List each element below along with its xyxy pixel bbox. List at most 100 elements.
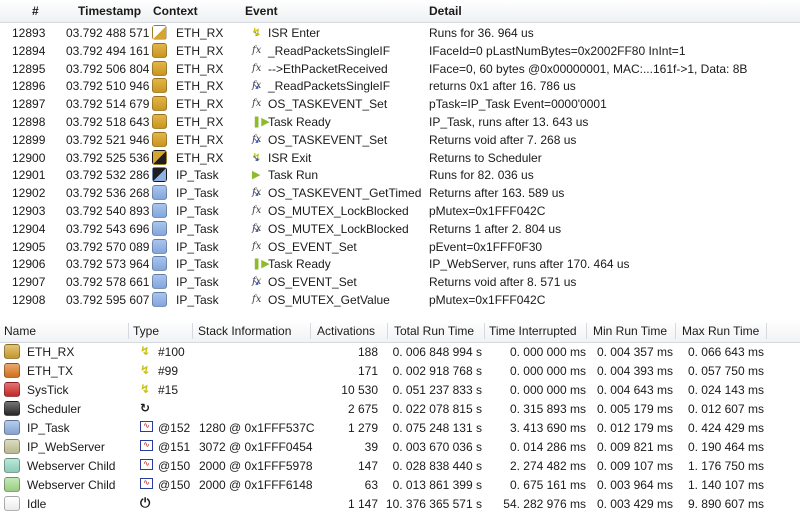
context-max-run-time: 0. 024 143 ms <box>687 383 764 397</box>
event-name: _ReadPacketsSingleIF <box>268 79 391 94</box>
context-color-swatch <box>4 458 20 473</box>
col-header-interrupted[interactable]: Time Interrupted <box>489 324 577 338</box>
event-row[interactable]: 12901 03.792 532 286 IP_Task ▶ Task Run Runs … <box>0 166 800 184</box>
context-min-run-time: 0. 004 643 ms <box>596 383 673 397</box>
event-context: ETH_RX <box>176 26 224 40</box>
event-name: ISR Exit <box>268 150 312 165</box>
iptask-context-icon <box>152 203 167 218</box>
context-stack: 2000 @ 0x1FFF5978 <box>199 459 313 473</box>
context-priority: #15 <box>158 383 179 397</box>
context-activations: 39 <box>364 440 378 454</box>
event-num: 12899 <box>12 132 46 147</box>
event-row[interactable]: 12898 03.792 518 643 ETH_RX ❚▶ Task Ready IP_… <box>0 113 800 131</box>
event-row[interactable]: 12897 03.792 514 679 ETH_RX fx OS_TASKEVENT_… <box>0 95 800 113</box>
function-call-icon: fx <box>252 240 262 252</box>
context-row[interactable]: Idle ⏻ 1 147 10. 376 365 571 s 54. 282 976 m… <box>0 494 800 513</box>
event-context: ETH_RX <box>176 43 224 58</box>
context-time-interrupted: 0. 315 893 ms <box>509 402 586 416</box>
context-table-header: Name Type Stack Information Activations … <box>0 320 800 343</box>
col-header-num[interactable]: # <box>32 4 39 18</box>
event-detail: IFace=0, 60 bytes @0x00000001, MAC:...16… <box>429 61 748 76</box>
col-header-timestamp[interactable]: Timestamp <box>78 4 141 18</box>
context-max-run-time: 0. 066 643 ms <box>687 345 764 359</box>
iptask-context-icon <box>152 292 167 307</box>
context-priority: @151 <box>158 440 191 454</box>
context-min-run-time: 0. 003 964 ms <box>596 478 673 492</box>
context-row[interactable]: Webserver Child ∿ @150 2000 @ 0x1FFF5978 147… <box>0 456 800 475</box>
event-row[interactable]: 12895 03.792 506 804 ETH_RX fx -->EthPacketR… <box>0 60 800 78</box>
event-timestamp: 03.792 510 946 <box>66 79 150 94</box>
event-detail: Returns void after 7. 268 us <box>429 132 577 147</box>
context-max-run-time: 0. 057 750 ms <box>687 364 764 378</box>
event-row[interactable]: 12906 03.792 573 964 IP_Task ❚▶ Task Ready IP… <box>0 255 800 273</box>
context-time-interrupted: 0. 675 161 ms <box>509 478 586 492</box>
event-num: 12894 <box>12 43 46 58</box>
event-num: 12896 <box>12 79 46 94</box>
event-name: OS_MUTEX_GetValue <box>268 293 390 307</box>
context-time-interrupted: 3. 413 690 ms <box>509 421 586 435</box>
event-detail: Returns void after 8. 571 us <box>429 275 577 290</box>
context-max-run-time: 0. 012 607 ms <box>687 402 764 416</box>
context-total-run-time: 0. 002 918 768 s <box>392 364 482 378</box>
context-time-interrupted: 2. 274 482 ms <box>509 459 586 473</box>
col-header-total[interactable]: Total Run Time <box>394 324 474 338</box>
event-num: 12895 <box>12 61 46 76</box>
context-row[interactable]: Scheduler ↻ 2 675 0. 022 078 815 s 0. 315 89… <box>0 399 800 418</box>
context-priority: #100 <box>158 345 185 359</box>
context-stack: 3072 @ 0x1FFF0454 <box>199 440 313 454</box>
context-name: SysTick <box>27 383 69 397</box>
context-row[interactable]: Webserver Child ∿ @150 2000 @ 0x1FFF6148 63 0… <box>0 475 800 494</box>
event-row[interactable]: 12903 03.792 540 893 IP_Task fx OS_MUTEX_Loc… <box>0 202 800 220</box>
event-timestamp: 03.792 595 607 <box>66 293 150 307</box>
interrupt-icon: ↯ <box>140 363 151 377</box>
context-row[interactable]: ETH_TX ↯ #99 171 0. 002 918 768 s 0. 000 000 … <box>0 361 800 380</box>
context-activations: 2 675 <box>347 402 378 416</box>
col-header-type[interactable]: Type <box>133 324 159 338</box>
event-row[interactable]: 12899 03.792 521 946 ETH_RX fx ↘ OS_TASKEVENT… <box>0 131 800 149</box>
task-run-icon: ▶ <box>252 169 261 182</box>
event-num: 12893 <box>12 26 46 40</box>
event-row[interactable]: 12893 03.792 488 571 ETH_RX ↘ ↯ ISR Enter Runs… <box>0 24 800 42</box>
context-row[interactable]: ETH_RX ↯ #100 188 0. 006 848 994 s 0. 000 000… <box>0 342 800 361</box>
col-header-detail[interactable]: Detail <box>429 4 462 18</box>
event-context: ETH_RX <box>176 97 224 112</box>
task-ready-icon: ❚▶ <box>252 258 270 271</box>
col-header-event[interactable]: Event <box>245 4 278 18</box>
col-header-activations[interactable]: Activations <box>317 324 375 338</box>
event-num: 12898 <box>12 115 46 129</box>
col-header-name[interactable]: Name <box>4 324 36 338</box>
context-min-run-time: 0. 012 179 ms <box>596 421 673 435</box>
event-num: 12904 <box>12 221 46 236</box>
task-run-context-icon <box>152 167 167 183</box>
event-context: IP_Task <box>176 293 219 307</box>
context-total-run-time: 0. 003 670 036 s <box>392 440 482 454</box>
event-row[interactable]: 12904 03.792 543 696 IP_Task fx ↘ OS_MUTEX_Lo… <box>0 220 800 238</box>
event-row[interactable]: 12908 03.792 595 607 IP_Task fx OS_MUTEX_Get… <box>0 291 800 309</box>
context-color-swatch <box>4 344 20 359</box>
event-row[interactable]: 12896 03.792 510 946 ETH_RX fx ↘ _ReadPackets… <box>0 77 800 95</box>
event-num: 12902 <box>12 186 46 201</box>
col-header-stack[interactable]: Stack Information <box>198 324 291 338</box>
col-header-context[interactable]: Context <box>153 4 198 18</box>
event-timestamp: 03.792 543 696 <box>66 221 150 236</box>
context-min-run-time: 0. 009 107 ms <box>596 459 673 473</box>
event-name: Task Ready <box>268 115 331 129</box>
context-activations: 1 279 <box>347 421 378 435</box>
event-row[interactable]: 12894 03.792 494 161 ETH_RX fx _ReadPacketsS… <box>0 42 800 60</box>
context-row[interactable]: IP_Task ∿ @152 1280 @ 0x1FFF537C 1 279 0. 075… <box>0 418 800 437</box>
context-row[interactable]: SysTick ↯ #15 10 530 0. 051 237 833 s 0. 000 … <box>0 380 800 399</box>
event-row[interactable]: 12902 03.792 536 268 IP_Task fx ↘ OS_TASKEVEN… <box>0 184 800 202</box>
context-activations: 171 <box>357 364 378 378</box>
context-color-swatch <box>4 496 20 511</box>
event-row[interactable]: 12905 03.792 570 089 IP_Task fx OS_EVENT_Set… <box>0 238 800 256</box>
context-row[interactable]: IP_WebServer ∿ @151 3072 @ 0x1FFF0454 39 0. 0… <box>0 437 800 456</box>
function-call-icon: fx <box>252 205 262 216</box>
col-header-max[interactable]: Max Run Time <box>682 324 759 338</box>
event-row[interactable]: 12907 03.792 578 661 IP_Task fx ↘ OS_EVENT_Se… <box>0 273 800 291</box>
event-row[interactable]: 12900 03.792 525 536 ETH_RX ↯ ↘ ISR Exit Retur… <box>0 149 800 167</box>
event-timestamp: 03.792 573 964 <box>66 257 150 272</box>
event-timestamp: 03.792 488 571 <box>66 26 150 40</box>
col-header-min[interactable]: Min Run Time <box>593 324 667 338</box>
event-timestamp: 03.792 494 161 <box>66 43 150 58</box>
event-name: OS_TASKEVENT_GetTimed <box>268 186 422 201</box>
